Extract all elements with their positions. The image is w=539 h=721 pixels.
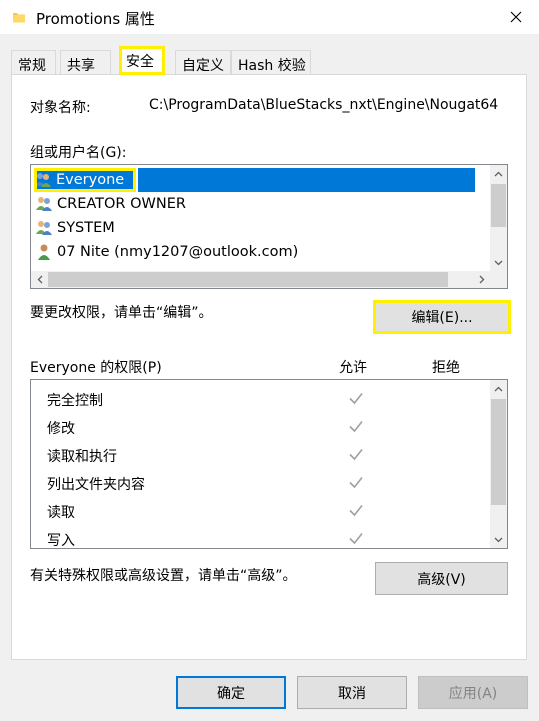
scroll-thumb[interactable] (48, 272, 448, 287)
cancel-button[interactable]: 取消 (297, 676, 407, 709)
checkmark-icon (349, 421, 363, 433)
checkmark-icon (349, 505, 363, 517)
object-name-value: C:\ProgramData\BlueStacks_nxt\Engine\Nou… (149, 97, 499, 113)
scroll-right-arrow-icon[interactable] (473, 271, 490, 288)
scroll-left-arrow-icon[interactable] (31, 271, 48, 288)
user-name: CREATOR OWNER (57, 196, 186, 212)
checkmark-icon (349, 449, 363, 461)
user-row-creator-owner[interactable]: CREATOR OWNER (35, 192, 186, 216)
user-icon (38, 244, 50, 260)
scroll-thumb[interactable] (491, 399, 506, 505)
permission-row: 修改 (47, 414, 477, 442)
user-row-everyone[interactable]: Everyone (34, 168, 136, 192)
user-name: SYSTEM (57, 220, 115, 236)
checkmark-icon (349, 533, 363, 545)
allow-header: 允许 (339, 360, 367, 376)
object-name-label: 对象名称: (30, 100, 91, 116)
scroll-thumb[interactable] (491, 184, 506, 227)
checkmark-icon (349, 477, 363, 489)
tab-hash[interactable]: Hash 校验 (231, 50, 311, 74)
edit-button[interactable]: 编辑(E)... (373, 300, 511, 334)
permission-row: 读取和执行 (47, 442, 477, 470)
user-group-icon (36, 197, 52, 211)
advanced-button[interactable]: 高级(V) (375, 562, 508, 595)
permission-name: 读取和执行 (47, 449, 117, 465)
permission-name: 完全控制 (47, 393, 103, 409)
apply-button-label: 应用(A) (448, 685, 498, 702)
advanced-button-label: 高级(V) (417, 571, 466, 588)
close-button[interactable] (493, 0, 539, 34)
tab-custom-label: 自定义 (182, 58, 224, 74)
user-group-icon (35, 173, 51, 187)
permission-row: 列出文件夹内容 (47, 470, 477, 498)
users-listbox[interactable]: Everyone CREATOR OWNER SYSTEM 07 Nite (n… (30, 164, 508, 289)
permissions-list: 完全控制 修改 读取和执行 列出文件夹内容 读取 写入 (30, 379, 508, 549)
permission-name: 修改 (47, 421, 75, 437)
ok-button-label: 确定 (217, 685, 245, 702)
tab-custom[interactable]: 自定义 (175, 50, 231, 74)
permissions-label: Everyone 的权限(P) (30, 360, 162, 376)
tab-sharing-label: 共享 (67, 58, 95, 74)
permission-row: 读取 (47, 498, 477, 526)
window-title: Promotions 属性 (36, 10, 155, 28)
folder-icon (13, 13, 25, 23)
scroll-down-arrow-icon[interactable] (490, 531, 507, 548)
tab-general-label: 常规 (18, 58, 46, 74)
groups-label: 组或用户名(G): (30, 145, 127, 161)
permission-name: 读取 (47, 505, 75, 521)
permission-row: 写入 (47, 526, 477, 549)
ok-button[interactable]: 确定 (176, 676, 286, 709)
scroll-down-arrow-icon[interactable] (490, 254, 507, 271)
scroll-up-arrow-icon[interactable] (490, 380, 507, 397)
users-horizontal-scrollbar[interactable] (31, 271, 507, 288)
permission-row: 完全控制 (47, 386, 477, 414)
tab-general[interactable]: 常规 (11, 50, 56, 74)
scroll-up-arrow-icon[interactable] (490, 165, 507, 182)
selection-bar (138, 168, 475, 192)
checkmark-icon (349, 393, 363, 405)
cancel-button-label: 取消 (338, 685, 366, 702)
apply-button[interactable]: 应用(A) (418, 676, 528, 709)
user-group-icon (36, 221, 52, 235)
title-bar: Promotions 属性 (0, 0, 539, 34)
edit-button-label: 编辑(E)... (411, 310, 473, 326)
users-vertical-scrollbar[interactable] (490, 165, 507, 271)
user-row-nite[interactable]: 07 Nite (nmy1207@outlook.com) (35, 240, 298, 264)
close-icon (510, 11, 522, 23)
user-name: Everyone (56, 172, 125, 188)
permissions-vertical-scrollbar[interactable] (490, 380, 507, 548)
permission-name: 列出文件夹内容 (47, 477, 145, 493)
user-name: 07 Nite (nmy1207@outlook.com) (57, 244, 299, 260)
user-row-system[interactable]: SYSTEM (35, 216, 115, 240)
tab-security[interactable]: 安全 (119, 46, 165, 75)
edit-hint: 要更改权限，请单击“编辑”。 (30, 305, 213, 321)
deny-header: 拒绝 (432, 360, 460, 376)
advanced-hint: 有关特殊权限或高级设置，请单击“高级”。 (30, 568, 297, 584)
tab-security-label: 安全 (126, 54, 154, 70)
tab-hash-label: Hash 校验 (238, 58, 306, 74)
tab-sharing[interactable]: 共享 (60, 50, 111, 74)
permission-name: 写入 (47, 533, 75, 549)
